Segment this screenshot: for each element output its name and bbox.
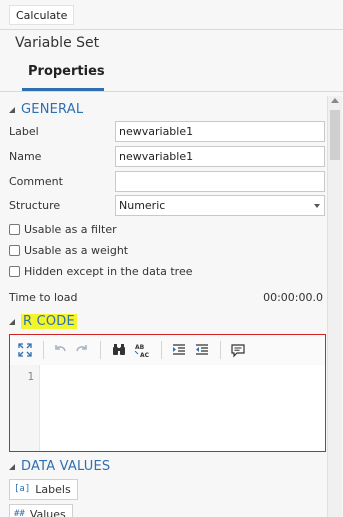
code-text-area[interactable] [40, 365, 325, 451]
usable-as-filter-checkbox[interactable]: Usable as a filter [9, 223, 117, 236]
usable-as-weight-checkbox[interactable]: Usable as a weight [9, 244, 128, 257]
comment-icon[interactable] [228, 340, 248, 360]
toolbar-separator [100, 341, 101, 359]
comment-field-label: Comment [9, 175, 63, 188]
divider [0, 91, 343, 92]
chevron-down-icon[interactable] [314, 204, 320, 208]
checkbox-label: Usable as a filter [24, 223, 117, 236]
collapse-icon[interactable] [9, 463, 15, 470]
editor-toolbar: AB AC [10, 335, 325, 366]
collapse-icon[interactable] [9, 106, 15, 113]
replace-icon[interactable]: AB AC [133, 340, 153, 360]
name-input[interactable] [115, 146, 325, 167]
find-icon[interactable] [109, 340, 129, 360]
panel-title: Variable Set [15, 35, 100, 51]
r-code-heading: R CODE [21, 314, 77, 329]
time-to-load-label: Time to load [9, 291, 78, 304]
toolbar-separator [220, 341, 221, 359]
labels-button[interactable]: [a] Labels [9, 479, 78, 500]
line-number: 1 [27, 370, 34, 383]
checkbox-box[interactable] [9, 224, 20, 235]
general-heading: GENERAL [21, 102, 84, 117]
expand-icon[interactable] [15, 340, 35, 360]
toolbar-separator [43, 341, 44, 359]
labels-button-label: Labels [35, 483, 71, 496]
structure-selected-value: Numeric [119, 199, 166, 212]
name-field-label: Name [9, 150, 42, 163]
data-values-heading: DATA VALUES [21, 459, 111, 474]
indent-icon[interactable] [169, 340, 189, 360]
svg-text:AB: AB [135, 344, 145, 351]
comment-input[interactable] [115, 171, 325, 192]
values-button[interactable]: ## Values [9, 504, 73, 517]
labels-icon: [a] [14, 484, 31, 494]
r-code-editor[interactable]: AB AC 1 [9, 334, 326, 452]
checkbox-box[interactable] [9, 245, 20, 256]
properties-panel: Calculate Variable Set Properties GENERA… [0, 0, 343, 517]
redo-icon[interactable] [72, 340, 92, 360]
checkbox-label: Hidden except in the data tree [24, 265, 193, 278]
general-section-header[interactable]: GENERAL [9, 102, 83, 117]
svg-text:AC: AC [140, 352, 150, 358]
hidden-except-data-tree-checkbox[interactable]: Hidden except in the data tree [9, 265, 193, 278]
tab-properties[interactable]: Properties [28, 64, 105, 79]
checkbox-box[interactable] [9, 266, 20, 277]
scroll-up-icon[interactable] [331, 98, 339, 103]
time-to-load-value: 00:00:00.0 [263, 291, 323, 304]
data-values-section-header[interactable]: DATA VALUES [9, 459, 110, 474]
label-field-label: Label [9, 125, 39, 138]
values-button-label: Values [29, 508, 66, 517]
collapse-icon[interactable] [9, 318, 15, 325]
calculate-button[interactable]: Calculate [9, 5, 75, 25]
structure-select[interactable]: Numeric [115, 195, 325, 216]
structure-field-label: Structure [9, 199, 61, 212]
toolbar-separator [161, 341, 162, 359]
undo-icon[interactable] [50, 340, 70, 360]
line-number-gutter: 1 [10, 365, 40, 451]
vertical-scrollbar[interactable] [327, 96, 342, 517]
label-input[interactable] [115, 121, 325, 142]
r-code-section-header[interactable]: R CODE [9, 314, 77, 329]
values-icon: ## [14, 509, 25, 517]
outdent-icon[interactable] [192, 340, 212, 360]
checkbox-label: Usable as a weight [24, 244, 129, 257]
divider [0, 29, 343, 30]
scroll-thumb[interactable] [330, 110, 340, 160]
